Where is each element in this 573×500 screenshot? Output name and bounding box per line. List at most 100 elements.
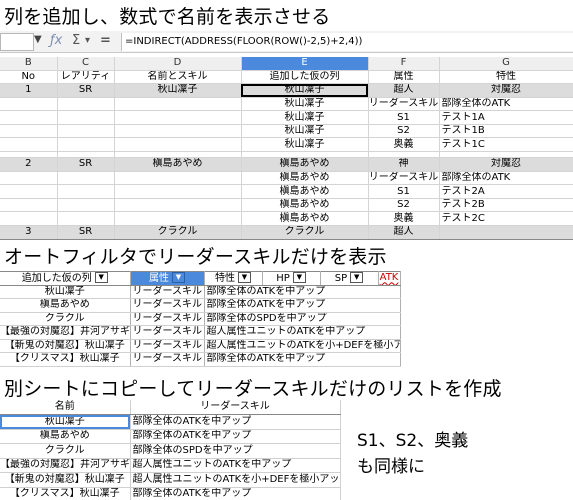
cell[interactable]: 【斬鬼の対魔忍】秋山凜子	[0, 339, 131, 353]
cell[interactable]: 槇島あやめ	[241, 184, 369, 199]
header-cell[interactable]: レアリティ	[57, 70, 115, 85]
cell[interactable]	[57, 137, 115, 153]
cell[interactable]	[114, 124, 242, 139]
cell[interactable]	[114, 137, 242, 153]
cell[interactable]: 【クリスマス】秋山凜子	[0, 487, 131, 500]
cell[interactable]: 【最強の対魔忍】井河アサギ	[0, 458, 131, 473]
cell[interactable]: 槇島あやめ	[114, 157, 242, 172]
cell[interactable]: 2	[0, 157, 58, 172]
cell[interactable]: リーダースキル	[130, 352, 205, 367]
cell[interactable]: 奥義	[368, 137, 440, 153]
cell[interactable]: 部隊全体のATKを中アップ	[204, 352, 401, 367]
cell[interactable]: テスト2A	[439, 184, 573, 199]
cell[interactable]: 秋山凜子	[241, 124, 369, 139]
header-cell[interactable]: No	[0, 70, 58, 85]
cell[interactable]: 対魔忍	[439, 157, 573, 172]
cell[interactable]: 部隊全体のSPDを中アップ	[204, 312, 401, 326]
filter-active-dropdown-icon[interactable]: ▼	[172, 272, 185, 283]
cell[interactable]: 秋山凜子	[241, 110, 369, 125]
active-cell[interactable]: 秋山凜子	[0, 414, 131, 430]
header-cell[interactable]: 追加した仮の列	[241, 70, 369, 85]
cell[interactable]: S2	[368, 198, 440, 213]
cell[interactable]: 部隊全体のSPDを中アップ	[130, 443, 341, 459]
cell[interactable]	[114, 110, 242, 125]
cell[interactable]	[0, 110, 58, 125]
cell[interactable]: 槇島あやめ	[0, 429, 131, 444]
cell[interactable]	[0, 124, 58, 139]
filter-dropdown-icon[interactable]: ▼	[292, 272, 306, 283]
cell[interactable]: 槇島あやめ	[241, 171, 369, 186]
cell[interactable]: 部隊全体のATK	[439, 171, 573, 186]
sum-dropdown-icon[interactable]: ▾	[85, 35, 90, 46]
cell[interactable]	[114, 97, 242, 112]
formula-equals-icon[interactable]: =	[100, 33, 111, 48]
cell[interactable]: 超人属性ユニットのATKを小+DEFを極小アップ	[130, 472, 341, 488]
cell[interactable]	[0, 97, 58, 112]
sum-icon[interactable]: Σ	[72, 33, 80, 48]
cell[interactable]: 部隊全体のATKを中アップ	[130, 414, 341, 430]
cell[interactable]: 槇島あやめ	[0, 298, 131, 313]
cell[interactable]: 【最強の対魔忍】井河アサギ	[0, 325, 131, 340]
cell[interactable]	[57, 97, 115, 112]
cell[interactable]	[0, 198, 58, 213]
filter-dropdown-icon[interactable]: ▼	[350, 272, 364, 283]
cell[interactable]: 【斬鬼の対魔忍】秋山凜子	[0, 472, 131, 488]
header-cell[interactable]: 名前	[0, 400, 131, 415]
cell[interactable]: リーダースキル	[368, 171, 440, 186]
function-wizard-icon[interactable]: ƒx	[50, 33, 62, 48]
cell[interactable]: クラクル	[114, 225, 242, 240]
cell[interactable]: リーダースキル	[130, 325, 205, 340]
cell[interactable]: テスト1C	[439, 137, 573, 153]
column-header-e[interactable]: E	[241, 57, 369, 71]
cell[interactable]: テスト2B	[439, 198, 573, 213]
cell[interactable]: リーダースキル	[130, 339, 205, 353]
cell[interactable]	[114, 211, 242, 227]
cell[interactable]	[0, 211, 58, 227]
cell[interactable]: 対魔忍	[439, 83, 573, 98]
cell[interactable]: 秋山凜子	[241, 97, 369, 112]
cell[interactable]: クラクル	[0, 312, 131, 326]
cell[interactable]	[0, 137, 58, 153]
cell[interactable]: SR	[57, 225, 115, 240]
header-cell[interactable]: 名前とスキル	[114, 70, 242, 85]
cell[interactable]: 槇島あやめ	[241, 211, 369, 227]
cell[interactable]: 部隊全体のATKを中アップ	[204, 285, 401, 299]
cell[interactable]: クラクル	[0, 443, 131, 459]
cell[interactable]: 超人	[368, 225, 440, 240]
cell[interactable]: 秋山凜子	[241, 137, 369, 153]
cell[interactable]	[114, 171, 242, 186]
column-header-g[interactable]: G	[439, 57, 573, 71]
cell[interactable]: 【クリスマス】秋山凜子	[0, 352, 131, 367]
cell[interactable]: S2	[368, 124, 440, 139]
chevron-down-icon[interactable]: ▼	[34, 34, 42, 45]
active-cell[interactable]: 秋山凜子	[241, 83, 369, 98]
column-header-c[interactable]: C	[57, 57, 115, 71]
cell[interactable]: SR	[57, 157, 115, 172]
cell[interactable]: 部隊全体のATKを中アップ	[130, 429, 341, 444]
cell[interactable]: リーダースキル	[130, 312, 205, 326]
cell[interactable]: 秋山凜子	[114, 83, 242, 98]
cell[interactable]: テスト2C	[439, 211, 573, 227]
cell[interactable]: 槇島あやめ	[241, 198, 369, 213]
cell[interactable]	[57, 171, 115, 186]
header-cell[interactable]: リーダースキル	[130, 400, 341, 415]
header-cell[interactable]: 属性	[368, 70, 440, 85]
cell[interactable]	[57, 198, 115, 213]
cell[interactable]: 超人属性ユニットのATKを中アップ	[130, 458, 341, 473]
cell[interactable]	[0, 171, 58, 186]
cell[interactable]: SR	[57, 83, 115, 98]
column-header-f[interactable]: F	[368, 57, 440, 71]
cell[interactable]	[57, 211, 115, 227]
cell[interactable]: 超人属性ユニットのATKを小+DEFを極小アップ	[204, 339, 401, 353]
filter-dropdown-icon[interactable]: ▼	[238, 272, 251, 283]
cell[interactable]: テスト1B	[439, 124, 573, 139]
cell[interactable]: 神	[368, 157, 440, 172]
cell[interactable]	[57, 124, 115, 139]
cell[interactable]: クラクル	[241, 225, 369, 240]
cell[interactable]: 部隊全体のATKを中アップ	[204, 298, 401, 313]
cell[interactable]: 奥義	[368, 211, 440, 227]
cell[interactable]	[57, 110, 115, 125]
cell[interactable]	[114, 184, 242, 199]
formula-input[interactable]: =INDIRECT(ADDRESS(FLOOR(ROW()-2,5)+2,4))	[121, 33, 573, 51]
column-header-b[interactable]: B	[0, 57, 58, 71]
